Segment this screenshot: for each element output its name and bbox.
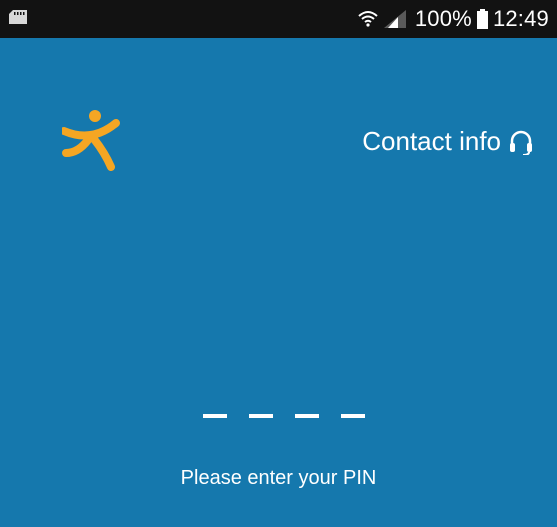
pin-prompt: Please enter your PIN — [180, 467, 377, 489]
pin-digit-placeholder — [295, 414, 319, 418]
pin-digit-placeholder — [203, 414, 227, 418]
pin-entry-screen: 100% 12:49 Contact info Please enter you… — [0, 0, 557, 527]
pin-input[interactable] — [203, 414, 365, 418]
status-bar: 100% 12:49 — [0, 0, 557, 38]
battery-icon — [476, 9, 488, 29]
clock: 12:49 — [492, 6, 549, 31]
wifi-icon — [358, 11, 378, 27]
person-figure-logo — [62, 110, 120, 171]
battery-percent: 100% — [414, 6, 472, 31]
pin-digit-placeholder — [249, 414, 273, 418]
sd-card-icon — [9, 10, 27, 24]
contact-info-button[interactable]: Contact info — [362, 126, 533, 157]
status-indicators: 100% 12:49 — [357, 0, 549, 38]
signal-icon — [383, 10, 406, 28]
pin-digit-placeholder — [341, 414, 365, 418]
headset-icon — [510, 130, 532, 155]
contact-info-label: Contact info — [362, 126, 501, 156]
